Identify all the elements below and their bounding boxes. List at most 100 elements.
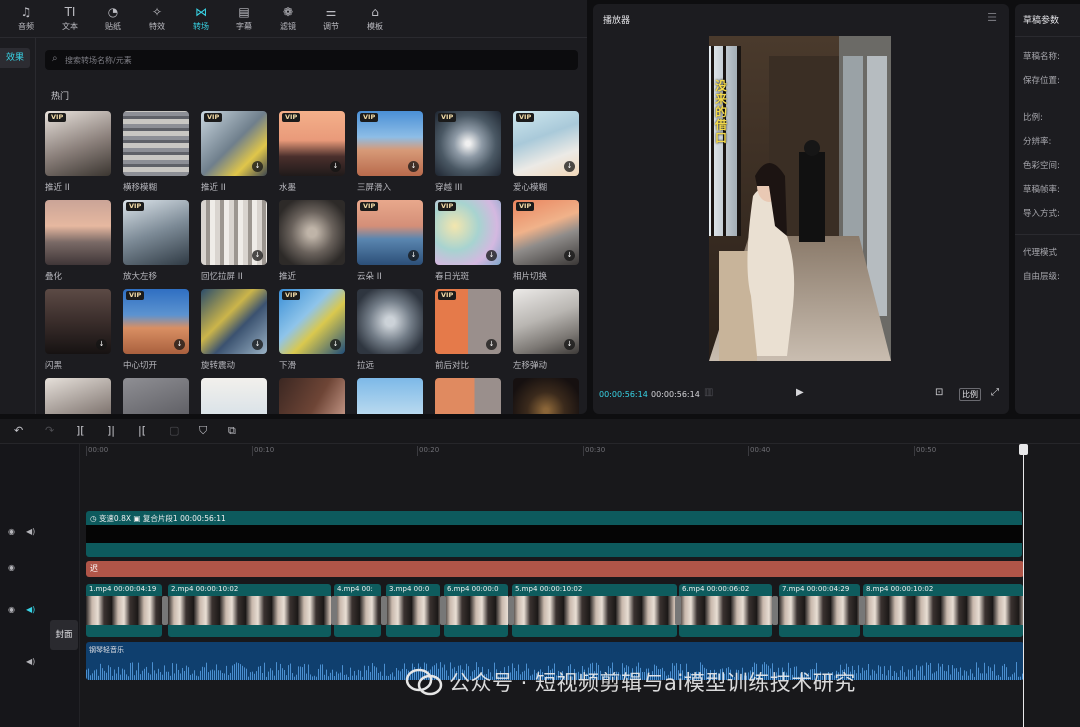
transition-tile[interactable]: ↓ 回忆拉屏 II	[201, 200, 267, 282]
video-clip[interactable]: 3.mp4 00:0	[386, 584, 440, 637]
transition-marker[interactable]	[381, 596, 387, 625]
cover-button[interactable]: 封面	[50, 620, 78, 650]
transition-tile[interactable]: VIP ↓ 春日光斑	[435, 200, 501, 282]
transition-marker[interactable]	[440, 596, 446, 625]
transition-tile[interactable]: VIP ↓ 推近 II	[201, 111, 267, 193]
volume-icon[interactable]: ◀)	[26, 657, 35, 666]
transition-thumbnail[interactable]	[123, 111, 189, 176]
delete-icon[interactable]: ▢	[169, 424, 179, 437]
transition-marker[interactable]	[859, 596, 865, 625]
transition-marker[interactable]	[508, 596, 514, 625]
transition-thumbnail[interactable]	[357, 289, 423, 354]
split-icon[interactable]: ][	[76, 424, 85, 437]
transition-marker[interactable]	[772, 596, 778, 625]
transition-thumbnail[interactable]: VIP ↓	[513, 111, 579, 176]
waveform-icon[interactable]: ▥	[704, 387, 713, 398]
toolbar-item-5[interactable]: ▤ 字幕	[222, 4, 266, 34]
transition-tile[interactable]: ↓ 旋转震动	[201, 289, 267, 371]
menu-icon[interactable]: ☰	[987, 11, 997, 24]
transition-tile[interactable]: ↓ 左移弹动	[513, 289, 579, 371]
eye-icon[interactable]: ◉	[8, 527, 15, 536]
transition-tile[interactable]: 横移模糊	[123, 111, 189, 193]
transition-thumbnail[interactable]	[45, 200, 111, 265]
transition-marker[interactable]	[675, 596, 681, 625]
transition-thumbnail[interactable]	[357, 378, 423, 414]
volume-icon[interactable]: ◀)	[26, 605, 35, 614]
transition-thumbnail[interactable]: ↓	[513, 289, 579, 354]
download-icon[interactable]: ↓	[330, 339, 341, 350]
download-icon[interactable]: ↓	[252, 161, 263, 172]
download-icon[interactable]: ↓	[252, 339, 263, 350]
toolbar-item-7[interactable]: ⚌ 调节	[309, 4, 353, 34]
download-icon[interactable]: ↓	[486, 339, 497, 350]
download-icon[interactable]: ↓	[252, 250, 263, 261]
transition-tile[interactable]	[45, 378, 111, 414]
toolbar-item-8[interactable]: ⌂ 模板	[353, 4, 397, 34]
transition-tile[interactable]	[357, 378, 423, 414]
video-preview[interactable]: 没来的借口	[709, 36, 891, 361]
transition-marker[interactable]	[331, 596, 337, 625]
transition-tile[interactable]: VIP ↓ 三屏滑入	[357, 111, 423, 193]
transition-thumbnail[interactable]: ↓	[201, 289, 267, 354]
download-icon[interactable]: ↓	[486, 250, 497, 261]
download-icon[interactable]: ↓	[330, 161, 341, 172]
video-clip[interactable]: 1.mp4 00:00:04:19	[86, 584, 162, 637]
ratio-button[interactable]: 比例	[959, 388, 981, 401]
toolbar-item-6[interactable]: ❁ 滤镜	[266, 4, 310, 34]
compound-clip-track[interactable]: ◷ 变速0.8X ▣ 复合片段1 00:00:56:11	[86, 511, 1022, 557]
volume-icon[interactable]: ◀)	[26, 527, 35, 536]
transition-thumbnail[interactable]: VIP	[123, 200, 189, 265]
transition-thumbnail[interactable]: VIP ↓	[357, 200, 423, 265]
transition-thumbnail[interactable]: ↓	[201, 200, 267, 265]
video-clip[interactable]: 4.mp4 00:	[334, 584, 381, 637]
transition-thumbnail[interactable]: VIP	[435, 111, 501, 176]
transition-tile[interactable]: VIP 穿越 III	[435, 111, 501, 193]
transition-thumbnail[interactable]	[435, 378, 501, 414]
transition-tile[interactable]: VIP ↓ 前后对比	[435, 289, 501, 371]
transition-tile[interactable]: 叠化	[45, 200, 111, 282]
toolbar-item-2[interactable]: ◔ 贴纸	[91, 4, 135, 34]
transition-thumbnail[interactable]: VIP ↓	[435, 200, 501, 265]
undo-icon[interactable]: ↶	[14, 424, 23, 437]
transition-thumbnail[interactable]: VIP ↓	[279, 289, 345, 354]
transition-tile[interactable]: VIP ↓ 中心切开	[123, 289, 189, 371]
transition-thumbnail[interactable]	[279, 378, 345, 414]
playhead-handle[interactable]	[1019, 444, 1028, 455]
transition-marker[interactable]	[162, 596, 168, 625]
video-clip[interactable]: 7.mp4 00:00:04:29	[779, 584, 860, 637]
transition-tile[interactable]	[513, 378, 579, 414]
transition-tile[interactable]	[201, 378, 267, 414]
download-icon[interactable]: ↓	[408, 250, 419, 261]
transition-tile[interactable]: VIP ↓ 相片切换	[513, 200, 579, 282]
split-left-icon[interactable]: ]|	[107, 424, 115, 437]
download-icon[interactable]: ↓	[96, 339, 107, 350]
transition-tile[interactable]: VIP 放大左移	[123, 200, 189, 282]
transition-thumbnail[interactable]: VIP ↓	[513, 200, 579, 265]
transition-tile[interactable]: 推近	[279, 200, 345, 282]
search-bar[interactable]: ⌕	[45, 50, 578, 70]
transition-tile[interactable]: 拉远	[357, 289, 423, 371]
play-button[interactable]: ▶	[796, 387, 804, 398]
download-icon[interactable]: ↓	[564, 161, 575, 172]
sidebar-tab-effects[interactable]: 效果	[0, 48, 30, 68]
transition-tile[interactable]	[435, 378, 501, 414]
transition-tile[interactable]	[279, 378, 345, 414]
transition-thumbnail[interactable]	[279, 200, 345, 265]
transition-thumbnail[interactable]	[45, 378, 111, 414]
fit-icon[interactable]: ⊡	[935, 387, 943, 398]
transition-thumbnail[interactable]	[201, 378, 267, 414]
transition-thumbnail[interactable]: ↓	[45, 289, 111, 354]
image-edit-icon[interactable]: ⧉	[228, 424, 236, 438]
toolbar-item-1[interactable]: TI 文本	[48, 4, 92, 34]
video-clip[interactable]: 6.mp4 00:00:0	[444, 584, 508, 637]
download-icon[interactable]: ↓	[564, 339, 575, 350]
eye-icon[interactable]: ◉	[8, 563, 15, 572]
search-input[interactable]	[65, 53, 565, 67]
toolbar-item-3[interactable]: ✧ 特效	[135, 4, 179, 34]
download-icon[interactable]: ↓	[408, 161, 419, 172]
transition-tile[interactable]: VIP 推近 II	[45, 111, 111, 193]
shield-icon[interactable]: ⛉	[199, 424, 207, 438]
transition-thumbnail[interactable]	[123, 378, 189, 414]
transition-thumbnail[interactable]: VIP ↓	[357, 111, 423, 176]
eye-icon[interactable]: ◉	[8, 605, 15, 614]
